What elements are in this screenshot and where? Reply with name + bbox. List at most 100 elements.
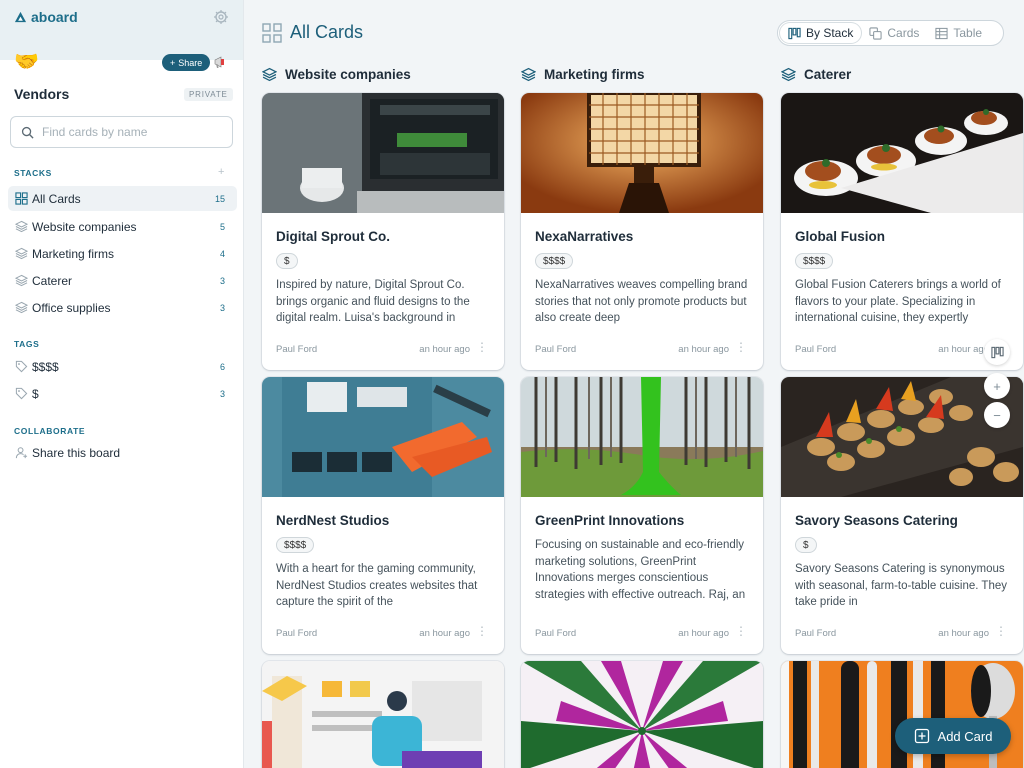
card-greenprint[interactable]: GreenPrint Innovations Focusing on susta… bbox=[521, 377, 763, 654]
column-header-marketing-firms[interactable]: Marketing firms bbox=[521, 67, 645, 82]
share-board-link[interactable]: Share this board bbox=[8, 440, 237, 465]
card-title: NexaNarratives bbox=[535, 229, 634, 244]
card-title: Global Fusion bbox=[795, 229, 885, 244]
search-icon bbox=[21, 126, 34, 139]
column-header-website-companies[interactable]: Website companies bbox=[262, 67, 411, 82]
card-description: Global Fusion Caterers brings a world of… bbox=[795, 279, 1001, 324]
view-table-button[interactable]: Table bbox=[927, 23, 990, 43]
sidebar-item-count: 3 bbox=[219, 302, 225, 313]
tag-icon bbox=[15, 360, 28, 373]
card-tag[interactable]: $$$$ bbox=[795, 253, 834, 269]
zoom-in-button[interactable]: + bbox=[984, 373, 1010, 399]
card-image bbox=[781, 93, 1023, 213]
sidebar-item-marketing-firms[interactable]: Marketing firms 4 bbox=[8, 241, 237, 266]
card-timestamp: an hour ago bbox=[678, 344, 729, 355]
column-title: Caterer bbox=[804, 67, 852, 82]
card-image bbox=[521, 661, 763, 768]
card-description: Savory Seasons Catering is synonymous wi… bbox=[795, 563, 1007, 608]
sidebar-item-caterer[interactable]: Caterer 3 bbox=[8, 268, 237, 293]
page-header: All Cards bbox=[262, 22, 363, 43]
column-title: Marketing firms bbox=[544, 67, 645, 82]
more-options-icon[interactable]: ⋮ bbox=[476, 625, 488, 637]
cards-icon bbox=[869, 26, 882, 40]
sidebar-item-label: All Cards bbox=[32, 191, 81, 206]
search-input[interactable] bbox=[42, 125, 212, 139]
share-button[interactable]: + Share bbox=[162, 54, 211, 71]
plus-icon: + bbox=[170, 57, 176, 68]
more-options-icon[interactable]: ⋮ bbox=[735, 625, 747, 637]
column-title: Website companies bbox=[285, 67, 411, 82]
layers-icon bbox=[15, 301, 28, 314]
layers-icon bbox=[15, 247, 28, 260]
add-card-label: Add Card bbox=[937, 728, 993, 744]
card-timestamp: an hour ago bbox=[678, 628, 729, 639]
card-tag[interactable]: $$$$ bbox=[276, 537, 315, 553]
card-author: Paul Ford bbox=[795, 344, 837, 355]
user-add-icon bbox=[15, 447, 28, 459]
search-box[interactable] bbox=[10, 116, 233, 148]
card-image bbox=[262, 93, 504, 213]
card-author: Paul Ford bbox=[535, 628, 577, 639]
logo-icon bbox=[14, 11, 27, 22]
more-options-icon[interactable]: ⋮ bbox=[735, 341, 747, 353]
sidebar-item-label: Marketing firms bbox=[32, 246, 115, 261]
sidebar-item-office-supplies[interactable]: Office supplies 3 bbox=[8, 295, 237, 320]
sidebar-item-tag-1[interactable]: $ 3 bbox=[8, 381, 237, 406]
sidebar-item-count: 3 bbox=[219, 388, 225, 399]
sidebar-item-all-cards[interactable]: All Cards 15 bbox=[8, 186, 237, 211]
layers-icon bbox=[262, 67, 277, 82]
card-image bbox=[521, 93, 763, 213]
card-title: NerdNest Studios bbox=[276, 513, 390, 528]
more-options-icon[interactable]: ⋮ bbox=[995, 625, 1007, 637]
card-partial-kaleidoscope[interactable] bbox=[521, 661, 763, 768]
card-description: With a heart for the gaming community, N… bbox=[276, 563, 478, 608]
gear-icon[interactable] bbox=[213, 9, 229, 25]
column-header-caterer[interactable]: Caterer bbox=[781, 67, 851, 82]
sidebar-item-count: 5 bbox=[219, 221, 225, 232]
view-label: Cards bbox=[887, 26, 920, 40]
view-cards-button[interactable]: Cards bbox=[861, 23, 927, 43]
sidebar-item-tag-4[interactable]: $$$$ 6 bbox=[8, 354, 237, 379]
card-partial-illustration[interactable] bbox=[262, 661, 504, 768]
add-stack-button[interactable]: + bbox=[218, 166, 224, 178]
page-title: All Cards bbox=[290, 22, 364, 42]
card-author: Paul Ford bbox=[535, 344, 577, 355]
sidebar-item-count: 4 bbox=[219, 248, 225, 259]
logo-text: aboard bbox=[31, 9, 78, 25]
card-digital-sprout[interactable]: Digital Sprout Co. $ Inspired by nature,… bbox=[262, 93, 504, 370]
card-timestamp: an hour ago bbox=[419, 344, 470, 355]
sidebar-item-count: 6 bbox=[219, 361, 225, 372]
card-description: Focusing on sustainable and eco-friendly… bbox=[535, 539, 746, 601]
view-by-stack-button[interactable]: By Stack bbox=[780, 23, 862, 43]
sidebar-item-label: $ bbox=[32, 386, 39, 401]
card-nerdnest[interactable]: NerdNest Studios $$$$ With a heart for t… bbox=[262, 377, 504, 654]
view-label: Table bbox=[953, 26, 983, 40]
view-switcher: By Stack Cards Table bbox=[777, 20, 1004, 46]
sidebar-item-count: 15 bbox=[214, 193, 225, 204]
aboard-logo[interactable]: aboard bbox=[14, 9, 78, 25]
card-author: Paul Ford bbox=[276, 628, 318, 639]
board-emoji[interactable]: 🤝 bbox=[14, 52, 39, 72]
card-title: Digital Sprout Co. bbox=[276, 229, 390, 244]
table-icon bbox=[935, 27, 948, 39]
card-global-fusion[interactable]: Global Fusion $$$$ Global Fusion Caterer… bbox=[781, 93, 1023, 370]
card-nexanarratives[interactable]: NexaNarratives $$$$ NexaNarratives weave… bbox=[521, 93, 763, 370]
card-tag[interactable]: $ bbox=[795, 537, 817, 553]
more-options-icon[interactable]: ⋮ bbox=[476, 341, 488, 353]
visibility-badge: PRIVATE bbox=[184, 88, 233, 101]
card-tag[interactable]: $$$$ bbox=[535, 253, 574, 269]
zoom-out-button[interactable]: − bbox=[984, 402, 1010, 428]
sidebar-item-website-companies[interactable]: Website companies 5 bbox=[8, 214, 237, 239]
layers-icon bbox=[15, 220, 28, 233]
card-title: GreenPrint Innovations bbox=[535, 513, 685, 528]
sidebar-item-count: 3 bbox=[219, 275, 225, 286]
add-card-button[interactable]: Add Card bbox=[895, 718, 1011, 754]
sidebar-item-label: Website companies bbox=[32, 219, 137, 234]
card-timestamp: an hour ago bbox=[419, 628, 470, 639]
share-label: Share bbox=[178, 57, 203, 68]
card-timestamp: an hour ago bbox=[938, 628, 989, 639]
columns-view-icon[interactable] bbox=[984, 339, 1010, 365]
grid-icon bbox=[262, 22, 282, 43]
megaphone-icon[interactable] bbox=[213, 55, 227, 69]
card-tag[interactable]: $ bbox=[276, 253, 298, 269]
